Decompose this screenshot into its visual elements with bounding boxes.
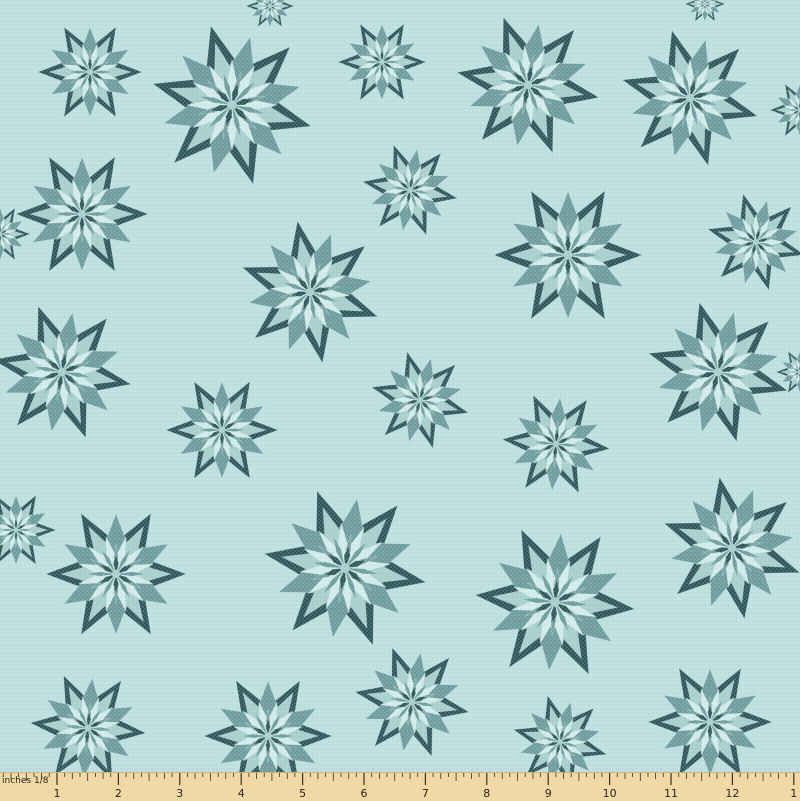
- ruler-number: 6: [361, 787, 368, 800]
- ruler-number: 4: [238, 787, 245, 800]
- ruler-number: 11: [664, 787, 678, 800]
- ruler-number: 2: [115, 787, 122, 800]
- measuring-ruler: 1 2 3 4 5 6 7 8 9 10 11 12 1 inches 1/8: [0, 772, 800, 801]
- ruler-number: 12: [725, 787, 739, 800]
- ruler-number: 9: [545, 787, 552, 800]
- ruler-number: 10: [603, 787, 617, 800]
- weave-texture: [0, 0, 800, 772]
- ruler-number: 3: [176, 787, 183, 800]
- ruler-number: 8: [483, 787, 490, 800]
- ruler-ticks: 1 2 3 4 5 6 7 8 9 10 11 12 1: [2, 773, 797, 800]
- snowflake-pattern: [0, 0, 800, 772]
- ruler-number: 5: [299, 787, 306, 800]
- ruler-unit-label: inches 1/8: [2, 776, 49, 786]
- ruler-number: 1: [790, 787, 797, 800]
- ruler-number: 1: [54, 787, 61, 800]
- fabric-swatch: [0, 0, 800, 772]
- ruler-number: 7: [422, 787, 429, 800]
